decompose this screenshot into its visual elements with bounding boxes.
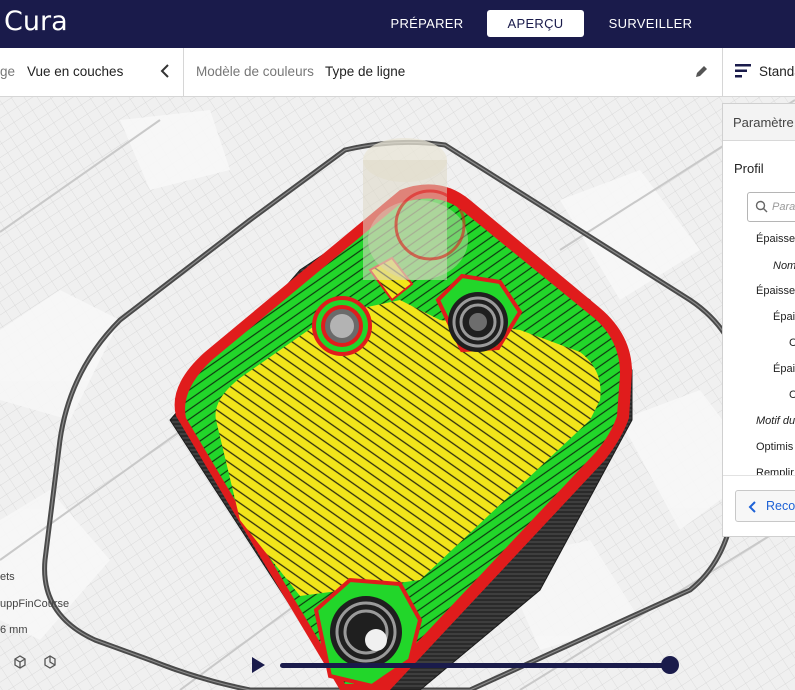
search-icon	[755, 200, 768, 218]
color-scheme-label: Modèle de couleurs	[196, 64, 314, 79]
setting-item[interactable]: C	[789, 337, 795, 349]
setting-item[interactable]: Épais	[773, 311, 795, 323]
chevron-left-icon[interactable]	[158, 63, 172, 84]
chevron-left-icon	[748, 500, 757, 518]
object-name[interactable]: uppFinCourse	[0, 598, 69, 610]
layer-preview-canvas[interactable]	[0, 97, 795, 690]
setting-item[interactable]: Épais	[773, 363, 795, 375]
setting-item[interactable]: C	[789, 389, 795, 401]
color-scheme-dropdown[interactable]: Type de ligne	[325, 64, 405, 79]
print-settings-panel: Paramètre Profil Param Épaisseu Nom Épai…	[722, 103, 795, 537]
panel-header: Paramètre	[723, 104, 795, 141]
layer-path-slider-handle[interactable]	[661, 656, 679, 674]
tab-prepare[interactable]: PRÉPARER	[382, 10, 472, 37]
app-title: Cura	[4, 6, 68, 37]
cube-side-view-icon[interactable]	[42, 654, 58, 675]
panel-title: Paramètre	[733, 115, 794, 130]
search-placeholder: Param	[772, 201, 795, 213]
pencil-icon[interactable]	[694, 65, 708, 84]
setting-item[interactable]: Optimis	[756, 441, 793, 453]
profile-label: Profil	[734, 161, 764, 176]
view-toolbar: ge Vue en couches Modèle de couleurs Typ…	[0, 48, 722, 97]
recommended-button[interactable]: Reco	[735, 490, 795, 522]
cube-view-icon[interactable]	[12, 654, 28, 675]
settings-sliders-icon	[735, 64, 751, 83]
3d-viewport[interactable]	[0, 97, 795, 690]
print-profile-name: Standa	[759, 64, 795, 79]
print-settings-selector[interactable]: Standa	[722, 48, 795, 97]
top-header: Cura PRÉPARER APERÇU SURVEILLER	[0, 0, 795, 48]
view-type-dropdown[interactable]: Vue en couches	[27, 64, 123, 79]
object-list-label: ets	[0, 571, 15, 583]
tab-preview[interactable]: APERÇU	[487, 10, 584, 37]
view-type-label: ge	[0, 64, 16, 79]
object-dimensions: 6 mm	[0, 624, 28, 636]
setting-item[interactable]: Épaisseu	[756, 285, 795, 297]
layer-path-slider[interactable]	[280, 663, 670, 668]
setting-item[interactable]: Épaisseu	[756, 233, 795, 245]
setting-item[interactable]: Nom	[773, 260, 795, 272]
panel-footer: Reco	[723, 475, 795, 536]
play-icon[interactable]	[250, 656, 266, 679]
tab-monitor[interactable]: SURVEILLER	[600, 10, 701, 37]
settings-search-input[interactable]: Param	[747, 192, 795, 222]
recommended-button-label: Reco	[766, 499, 795, 513]
toolbar-divider	[183, 48, 184, 96]
setting-item[interactable]: Motif du	[756, 415, 795, 427]
